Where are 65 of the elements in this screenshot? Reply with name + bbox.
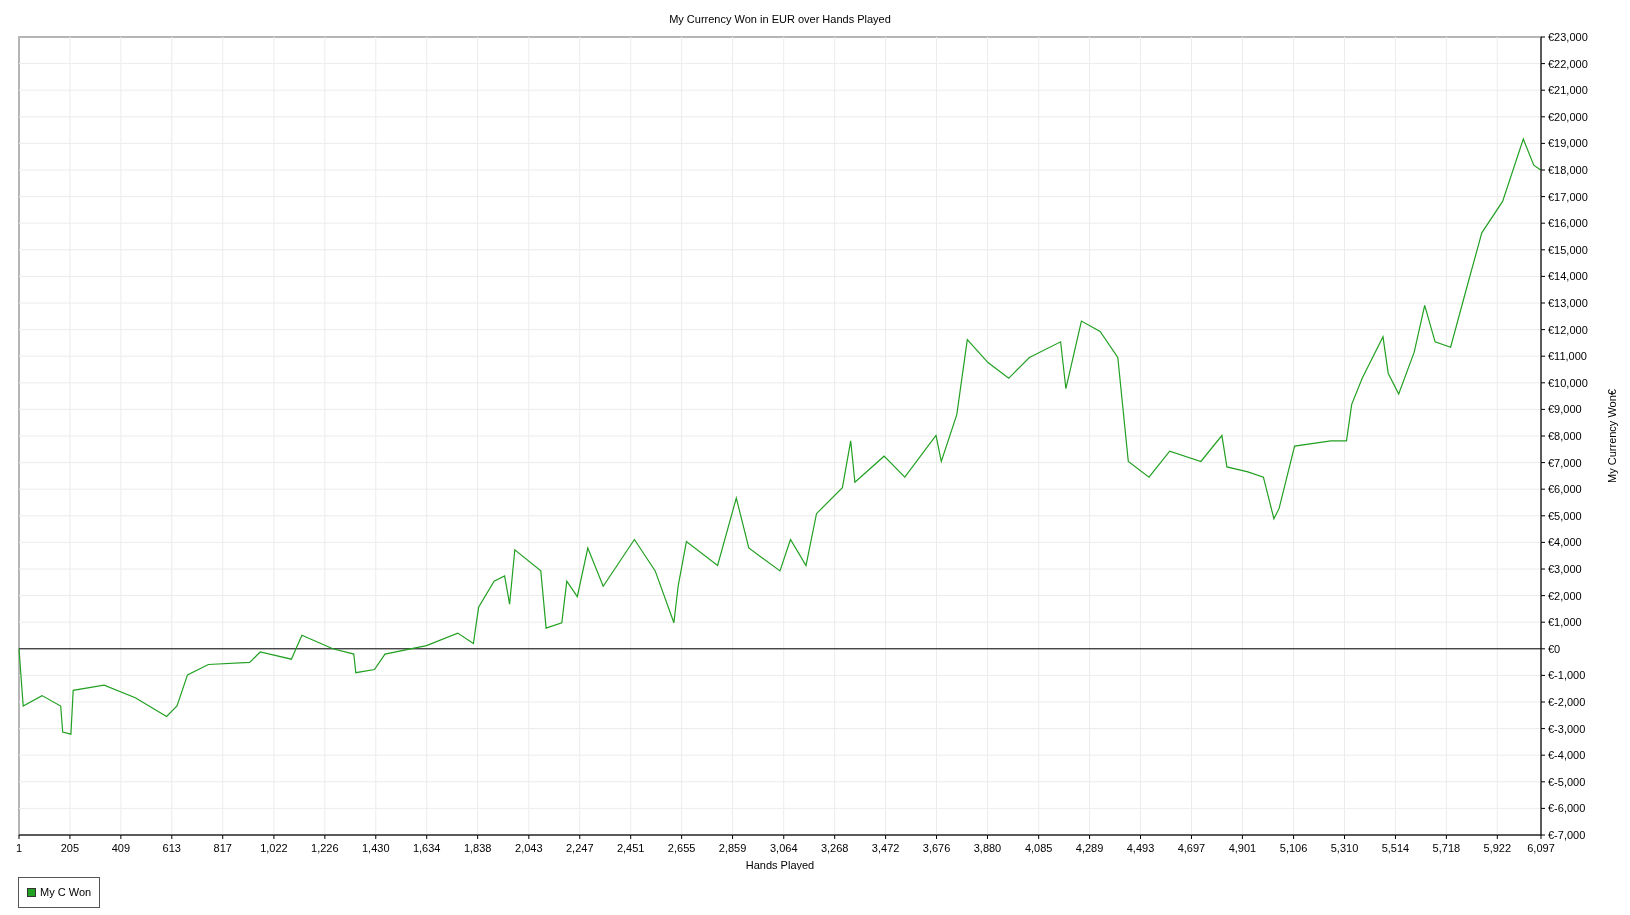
y-tick-label: €-6,000 <box>1548 802 1586 815</box>
x-tick-label: 1,634 <box>412 842 441 854</box>
y-tick-label: €6,000 <box>1548 483 1582 496</box>
y-tick-label: €-4,000 <box>1548 749 1586 762</box>
y-tick-label: €2,000 <box>1548 589 1582 602</box>
x-tick-label: 4,085 <box>1024 842 1053 854</box>
y-tick-label: €-3,000 <box>1548 722 1586 735</box>
y-tick-label: €20,000 <box>1548 110 1588 123</box>
y-tick-label: €9,000 <box>1548 403 1582 416</box>
y-tick-label: €18,000 <box>1548 164 1588 176</box>
y-tick-label: €-2,000 <box>1548 696 1586 708</box>
x-tick-label: 3,268 <box>820 842 849 854</box>
x-tick-label: 613 <box>162 842 181 854</box>
y-tick-label: €8,000 <box>1548 430 1582 442</box>
x-tick-label: 5,514 <box>1381 842 1410 854</box>
x-tick-label: 3,472 <box>871 842 900 854</box>
y-tick-label: €5,000 <box>1548 509 1582 522</box>
y-tick-label: €22,000 <box>1548 57 1588 70</box>
y-tick-label: €4,000 <box>1548 536 1582 549</box>
y-tick-label: €7,000 <box>1548 456 1582 469</box>
y-tick-label: €-7,000 <box>1548 829 1586 841</box>
x-tick-label: 205 <box>60 842 80 854</box>
x-tick-label: 3,064 <box>770 842 798 854</box>
x-tick-label: 1 <box>15 842 23 854</box>
x-tick-label: 1,430 <box>362 842 390 854</box>
y-tick-label: €14,000 <box>1548 270 1588 283</box>
x-tick-label: 4,289 <box>1075 842 1104 854</box>
x-tick-label: 5,922 <box>1483 842 1512 854</box>
y-tick-label: €17,000 <box>1548 190 1588 203</box>
chart-title: My Currency Won in EUR over Hands Played <box>669 13 891 25</box>
y-tick-label: €11,000 <box>1548 350 1587 363</box>
y-tick-label: €0 <box>1548 642 1561 655</box>
x-tick-label: 6,097 <box>1527 842 1555 854</box>
x-tick-label: 1,022 <box>260 842 288 854</box>
y-axis-title: My Currency Won€ <box>1606 389 1618 483</box>
x-tick-label: 2,043 <box>515 842 543 854</box>
x-tick-label: 5,106 <box>1279 842 1308 854</box>
x-tick-label: 1,226 <box>311 842 339 854</box>
y-tick-label: €15,000 <box>1548 243 1588 256</box>
y-tick-label: €23,000 <box>1548 31 1588 43</box>
y-tick-label: €13,000 <box>1548 297 1588 309</box>
x-tick-label: 5,310 <box>1330 842 1359 854</box>
x-tick-label: 4,697 <box>1177 842 1206 854</box>
y-tick-label: €-5,000 <box>1548 775 1586 788</box>
y-tick-label: €12,000 <box>1548 323 1588 336</box>
x-tick-label: 3,676 <box>922 842 951 854</box>
y-tick-label: €21,000 <box>1548 84 1588 97</box>
y-tick-label: €10,000 <box>1548 376 1588 389</box>
x-tick-label: 4,901 <box>1228 842 1257 854</box>
y-tick-label: €3,000 <box>1548 563 1582 575</box>
x-tick-label: 3,880 <box>973 842 1002 854</box>
x-tick-label: 409 <box>111 842 131 854</box>
x-tick-label: 2,451 <box>616 842 645 854</box>
y-tick-label: €16,000 <box>1548 217 1588 230</box>
x-tick-label: 5,718 <box>1432 842 1461 854</box>
x-tick-label: 2,655 <box>667 842 696 854</box>
x-tick-label: 4,493 <box>1126 842 1155 854</box>
x-tick-label: 2,247 <box>566 842 594 854</box>
y-tick-label: €-1,000 <box>1548 669 1586 682</box>
y-tick-label: €19,000 <box>1548 137 1588 150</box>
x-tick-label: 2,859 <box>718 842 747 854</box>
x-tick-label: 1,838 <box>463 842 492 854</box>
y-tick-label: €1,000 <box>1548 616 1582 629</box>
x-tick-label: 817 <box>213 842 232 854</box>
legend-label: My C Won <box>40 885 92 900</box>
